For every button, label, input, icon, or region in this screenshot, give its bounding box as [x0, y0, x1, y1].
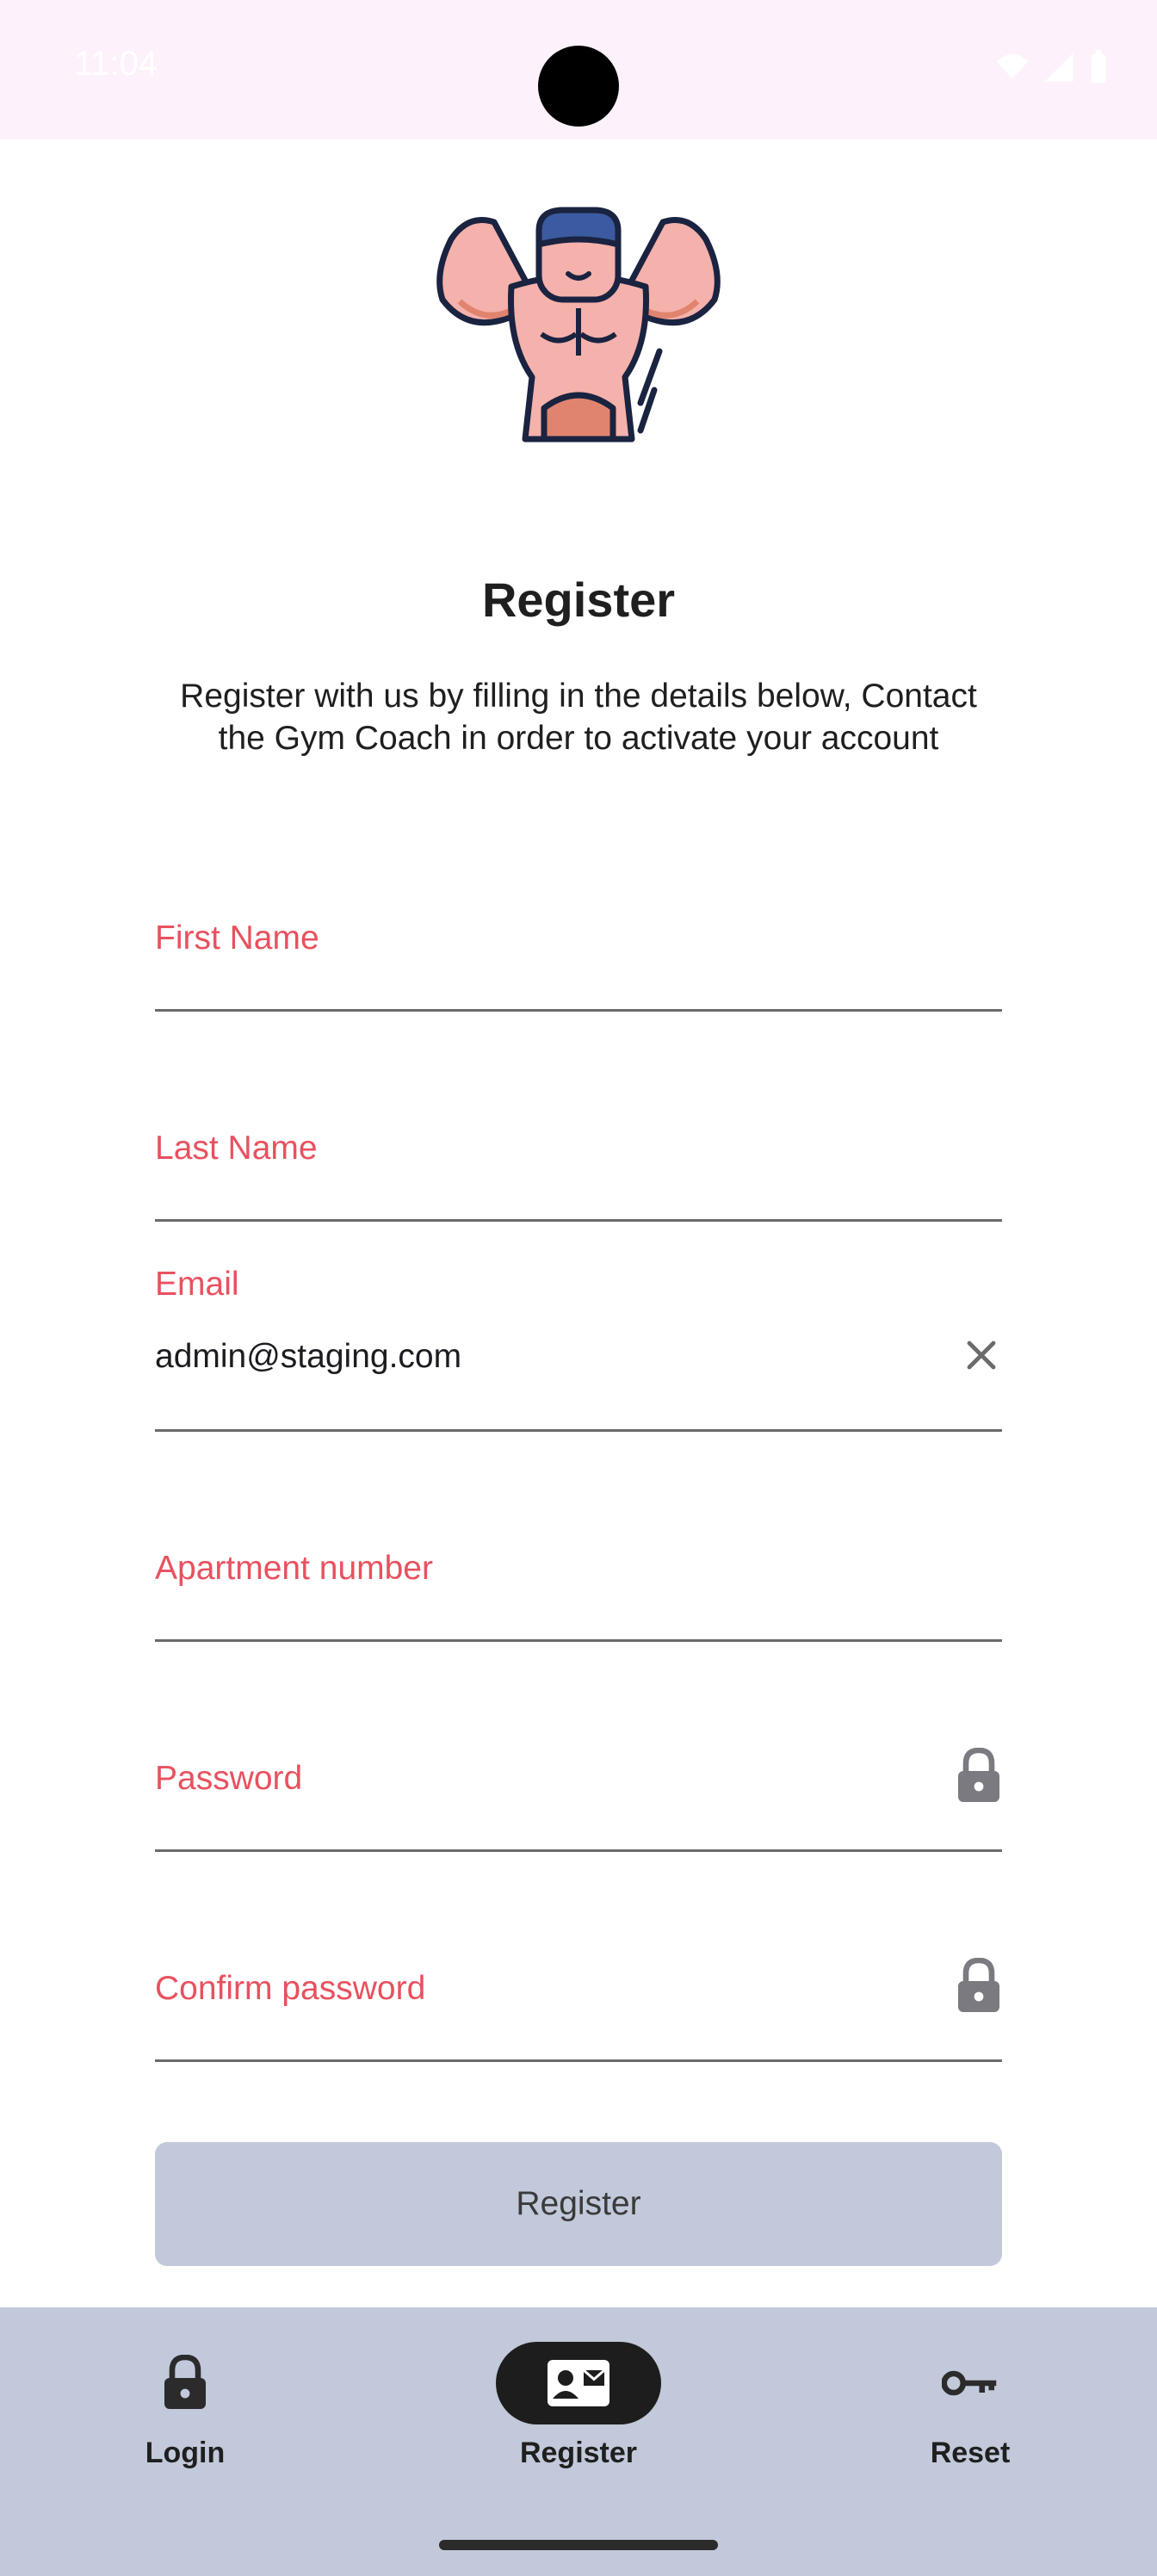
key-icon [942, 2370, 997, 2396]
last-name-label: Last Name [155, 1130, 318, 1167]
nav-item-login[interactable]: Login [56, 2307, 314, 2505]
page-title: Register [481, 573, 676, 627]
email-label: Email [155, 1266, 239, 1303]
email-field[interactable]: Email admin@staging.com [155, 1260, 1002, 1432]
signal-icon [1044, 53, 1073, 82]
lock-icon[interactable] [956, 1748, 1002, 1805]
bottom-navigation: Login Register Reset [0, 2307, 1157, 2576]
battery-icon [1091, 50, 1106, 84]
password-label: Password [155, 1760, 303, 1797]
page-subtitle: Register with us by filling in the detai… [180, 678, 977, 757]
register-button[interactable]: Register [155, 2142, 1002, 2266]
password-field[interactable]: Password [155, 1736, 1002, 1852]
last-name-field[interactable]: Last Name [155, 1105, 1002, 1222]
apartment-number-field[interactable]: Apartment number [155, 1526, 1002, 1642]
nav-label-reset: Reset [930, 2437, 1011, 2469]
nav-item-reset[interactable]: Reset [841, 2307, 1099, 2505]
email-value[interactable]: admin@staging.com [155, 1338, 461, 1376]
nav-pill-reset [888, 2342, 1053, 2424]
nav-label-login: Login [145, 2437, 226, 2469]
camera-cutout [538, 46, 619, 127]
apartment-number-label: Apartment number [155, 1550, 433, 1587]
nav-pill-login [102, 2342, 268, 2424]
confirm-password-label: Confirm password [155, 1970, 426, 2007]
home-indicator [439, 2540, 718, 2550]
status-bar: 11:04 [0, 0, 1157, 139]
lock-icon [164, 2355, 206, 2409]
clear-icon[interactable] [961, 1334, 1002, 1376]
wifi-icon [996, 54, 1029, 79]
confirm-password-field[interactable]: Confirm password [155, 1946, 1002, 2062]
first-name-label: First Name [155, 920, 319, 957]
nav-pill-register [496, 2342, 661, 2424]
lock-icon[interactable] [956, 1958, 1002, 2015]
nav-item-register[interactable]: Register [449, 2307, 708, 2505]
first-name-field[interactable]: First Name [155, 895, 1002, 1012]
status-icons [995, 50, 1109, 84]
contact-card-icon [548, 2360, 609, 2406]
bodybuilder-logo-icon [436, 207, 721, 443]
nav-label-register: Register [519, 2437, 638, 2469]
status-time: 11:04 [74, 45, 158, 83]
